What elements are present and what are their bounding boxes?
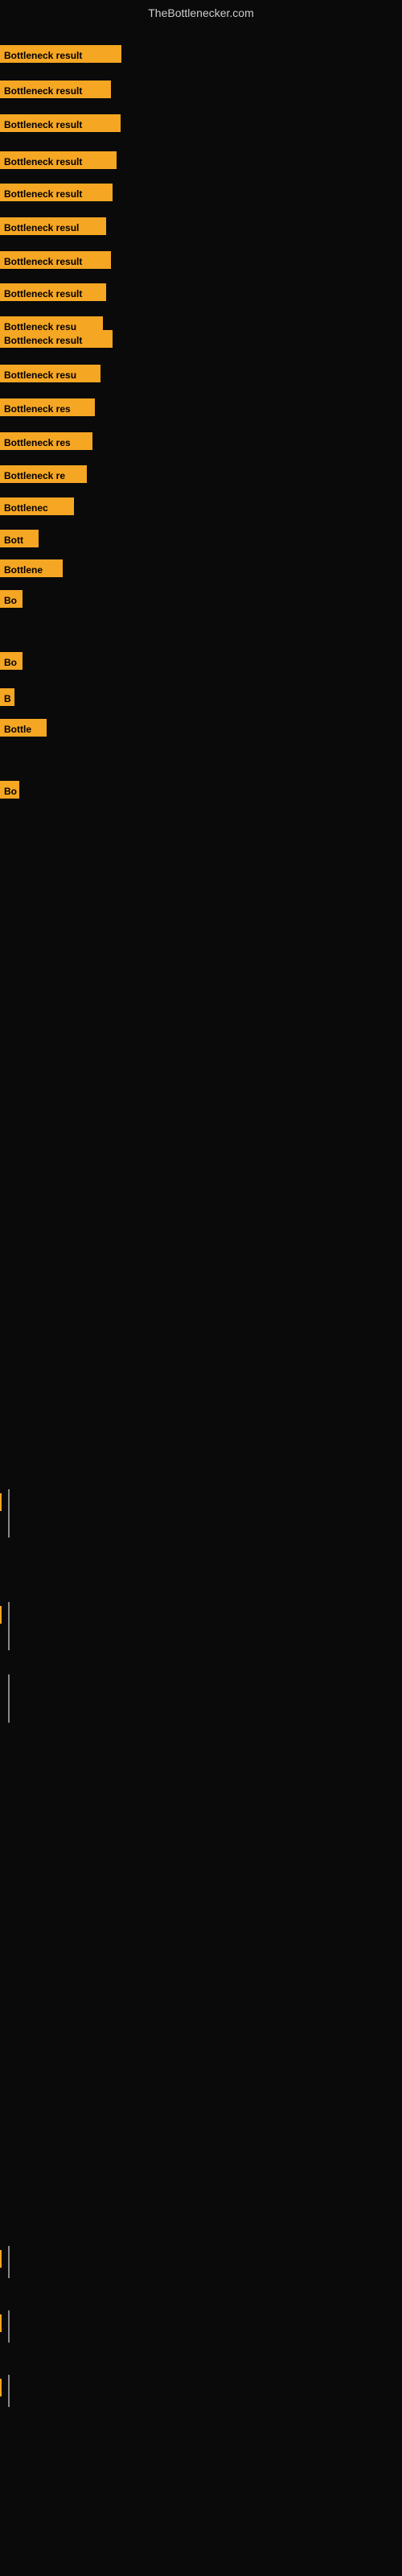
bottleneck-badge-18: Bo xyxy=(0,652,23,670)
bottleneck-badge-5: Bottleneck resul xyxy=(0,217,106,235)
vertical-line-3 xyxy=(8,2246,10,2278)
site-title: TheBottlenecker.com xyxy=(148,6,254,19)
bottleneck-badge-13: Bottleneck re xyxy=(0,465,87,483)
bottleneck-badge-21: Bo xyxy=(0,781,19,799)
small-badge-0 xyxy=(0,1493,2,1511)
bottleneck-badge-19: B xyxy=(0,688,14,706)
bottleneck-badge-4: Bottleneck result xyxy=(0,184,113,201)
bottleneck-badge-0: Bottleneck result xyxy=(0,45,121,63)
vertical-line-2 xyxy=(8,1674,10,1723)
bottleneck-badge-6: Bottleneck result xyxy=(0,251,111,269)
bottleneck-badge-15: Bott xyxy=(0,530,39,547)
bottleneck-badge-12: Bottleneck res xyxy=(0,432,92,450)
bottleneck-badge-7: Bottleneck result xyxy=(0,283,106,301)
bottleneck-badge-2: Bottleneck result xyxy=(0,114,121,132)
small-badge-3 xyxy=(0,2314,2,2332)
vertical-line-0 xyxy=(8,1489,10,1538)
small-badge-1 xyxy=(0,1606,2,1624)
vertical-line-5 xyxy=(8,2375,10,2407)
bottleneck-badge-1: Bottleneck result xyxy=(0,80,111,98)
bottleneck-badge-3: Bottleneck result xyxy=(0,151,117,169)
small-badge-2 xyxy=(0,2250,2,2268)
bottleneck-badge-10: Bottleneck resu xyxy=(0,365,100,382)
bottleneck-badge-17: Bo xyxy=(0,590,23,608)
bottleneck-badge-16: Bottlene xyxy=(0,559,63,577)
vertical-line-4 xyxy=(8,2310,10,2343)
vertical-line-1 xyxy=(8,1602,10,1650)
bottleneck-badge-14: Bottlenec xyxy=(0,497,74,515)
bottleneck-badge-20: Bottle xyxy=(0,719,47,737)
small-badge-4 xyxy=(0,2379,2,2396)
bottleneck-badge-9: Bottleneck result xyxy=(0,330,113,348)
bottleneck-badge-11: Bottleneck res xyxy=(0,398,95,416)
